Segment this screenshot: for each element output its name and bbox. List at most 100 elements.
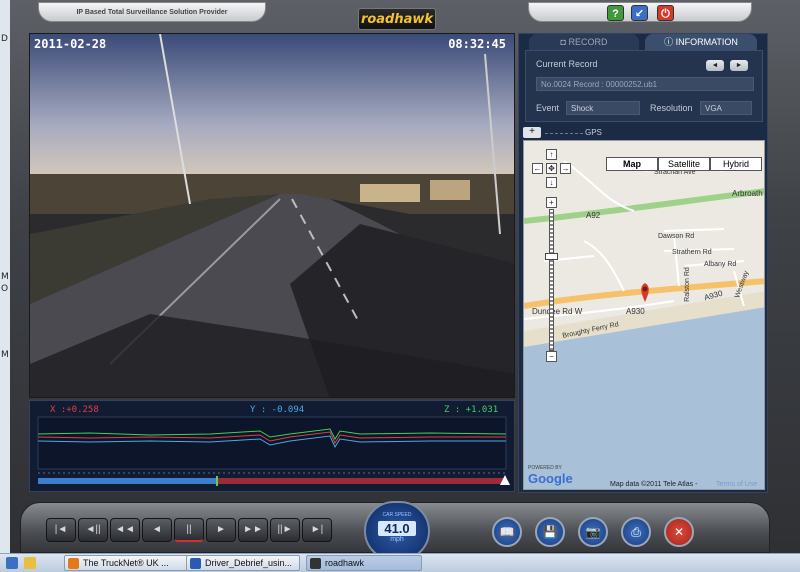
tab-record-label: RECORD	[568, 37, 608, 47]
g-sensor-graph: X :+0.258 Y : -0.094 Z : +1.031	[29, 400, 515, 492]
road-strathern: Strathern Rd	[672, 249, 712, 256]
road-a930-a: A930	[626, 307, 645, 316]
current-record-label: Current Record	[536, 59, 598, 69]
info-panel: ◘ RECORD ⓘ INFORMATION Current Record ◄ …	[518, 33, 768, 493]
pan-center-icon[interactable]: ✥	[546, 163, 557, 174]
power-icon: ⏻	[661, 8, 670, 20]
google-logo: Google	[528, 471, 573, 486]
speed-unit: mph	[390, 536, 404, 543]
timeline-knob[interactable]	[216, 476, 218, 486]
skip-end-button[interactable]: ►|	[302, 518, 332, 542]
zoom-in-button[interactable]: +	[546, 197, 557, 208]
open-book-icon: 📖	[499, 525, 515, 539]
next-record-button[interactable]: ►	[730, 60, 748, 71]
video-date: 2011-02-28	[34, 37, 107, 51]
road-arbroath: Arbroath	[732, 189, 763, 198]
taskbar-item-trucknet[interactable]: The TruckNet® UK ...	[64, 555, 188, 571]
play-button[interactable]: ►	[206, 518, 236, 542]
timeline-progress	[38, 478, 216, 484]
road-dawson: Dawson Rd	[658, 233, 695, 240]
timeline-end-arrow[interactable]	[500, 475, 510, 485]
event-label: Event	[536, 103, 560, 113]
desktop-char: M	[1, 272, 9, 282]
speed-caption: CAR SPEED	[382, 512, 412, 518]
pause-button[interactable]: ||	[174, 518, 204, 542]
map-type-map[interactable]: Map	[606, 157, 658, 171]
pan-right-icon[interactable]: →	[560, 163, 571, 174]
map-type-satellite[interactable]: Satellite	[658, 157, 710, 171]
desktop-char: D	[1, 34, 8, 44]
firefox-icon	[68, 558, 79, 569]
settings-button[interactable]: ✕	[664, 517, 694, 547]
help-icon: ?	[612, 8, 619, 20]
power-button[interactable]: ⏻	[657, 5, 674, 21]
desktop-char: M	[1, 350, 9, 360]
next-icon: ►	[735, 62, 743, 69]
pan-down-icon[interactable]: ↓	[546, 177, 557, 188]
desktop-edge: D M O M	[0, 0, 10, 553]
video-time: 08:32:45	[448, 37, 506, 51]
step-back-icon: ◄||	[85, 524, 101, 535]
prev-icon: ◄	[711, 62, 719, 69]
zoom-slider-knob[interactable]	[545, 253, 558, 260]
save-button[interactable]: 💾	[535, 517, 565, 547]
speedometer: CAR SPEED 41.0 mph	[364, 501, 430, 561]
minimize-icon: ↙	[634, 8, 645, 20]
play-reverse-button[interactable]: ◄	[142, 518, 172, 542]
rewind-button[interactable]: ◄◄	[110, 518, 140, 542]
road-a92: A92	[586, 211, 601, 220]
video-player[interactable]: 2011-02-28 08:32:45	[29, 33, 515, 398]
tab-information-label: INFORMATION	[675, 37, 738, 47]
map-type-selector: Map Satellite Hybrid	[606, 149, 762, 171]
window-controls: ? ↙ ⏻	[528, 2, 752, 22]
dashcam-frame	[30, 34, 514, 397]
pan-left-icon[interactable]: ←	[532, 163, 543, 174]
map-attribution: Map data ©2011 Tele Atlas -	[610, 481, 698, 488]
tab-record[interactable]: ◘ RECORD	[529, 34, 639, 50]
rewind-icon: ◄◄	[115, 524, 135, 535]
save-icon: 💾	[542, 525, 558, 539]
step-forward-button[interactable]: ||►	[270, 518, 300, 542]
step-back-button[interactable]: ◄||	[78, 518, 108, 542]
minimize-button[interactable]: ↙	[631, 5, 648, 21]
fast-forward-button[interactable]: ►►	[238, 518, 268, 542]
play-reverse-icon: ◄	[152, 524, 162, 535]
roadhawk-icon	[310, 558, 321, 569]
gps-expand-button[interactable]: +	[523, 127, 541, 138]
terms-link[interactable]: Terms of Use	[716, 481, 757, 488]
fast-forward-icon: ►►	[243, 524, 263, 535]
taskbar-item-debrief[interactable]: Driver_Debrief_usin...	[186, 555, 300, 571]
start-icon[interactable]	[6, 557, 18, 569]
camera-button[interactable]: 📷	[578, 517, 608, 547]
pan-up-icon[interactable]: ↑	[546, 149, 557, 160]
print-button[interactable]: ⎙	[621, 517, 651, 547]
resolution-label: Resolution	[650, 103, 693, 113]
play-icon: ►	[216, 524, 226, 535]
road-dundee: Dundee Rd W	[532, 307, 583, 316]
skip-start-button[interactable]: |◄	[46, 518, 76, 542]
timeline-slider[interactable]	[38, 476, 506, 486]
record-info-box: Current Record ◄ ► No.0024 Record : 0000…	[525, 50, 763, 122]
prev-record-button[interactable]: ◄	[706, 60, 724, 71]
skip-start-icon: |◄	[54, 524, 68, 535]
camera-icon: 📷	[585, 525, 601, 539]
zoom-slider[interactable]	[549, 209, 554, 351]
word-icon	[190, 558, 201, 569]
media-icon[interactable]	[24, 557, 36, 569]
help-button[interactable]: ?	[607, 5, 624, 21]
taskbar-item-label: The TruckNet® UK ...	[83, 558, 169, 568]
zoom-out-button[interactable]: −	[546, 351, 557, 362]
logo-text: roadhawk	[360, 12, 434, 27]
skip-end-icon: ►|	[310, 524, 324, 535]
pause-icon: ||	[186, 524, 192, 535]
map-type-hybrid[interactable]: Hybrid	[710, 157, 762, 171]
open-book-button[interactable]: 📖	[492, 517, 522, 547]
gps-divider	[545, 133, 583, 134]
roadhawk-logo: roadhawk	[358, 8, 436, 30]
tab-information[interactable]: ⓘ INFORMATION	[645, 34, 757, 50]
taskbar-item-roadhawk[interactable]: roadhawk	[306, 555, 422, 571]
event-field: Shock	[566, 101, 640, 115]
gps-map[interactable]: A92 Arbroath Strachan Ave Dawson Rd Stra…	[523, 140, 765, 490]
current-record-field: No.0024 Record : 00000252.ub1	[536, 77, 754, 91]
step-forward-icon: ||►	[277, 524, 293, 535]
